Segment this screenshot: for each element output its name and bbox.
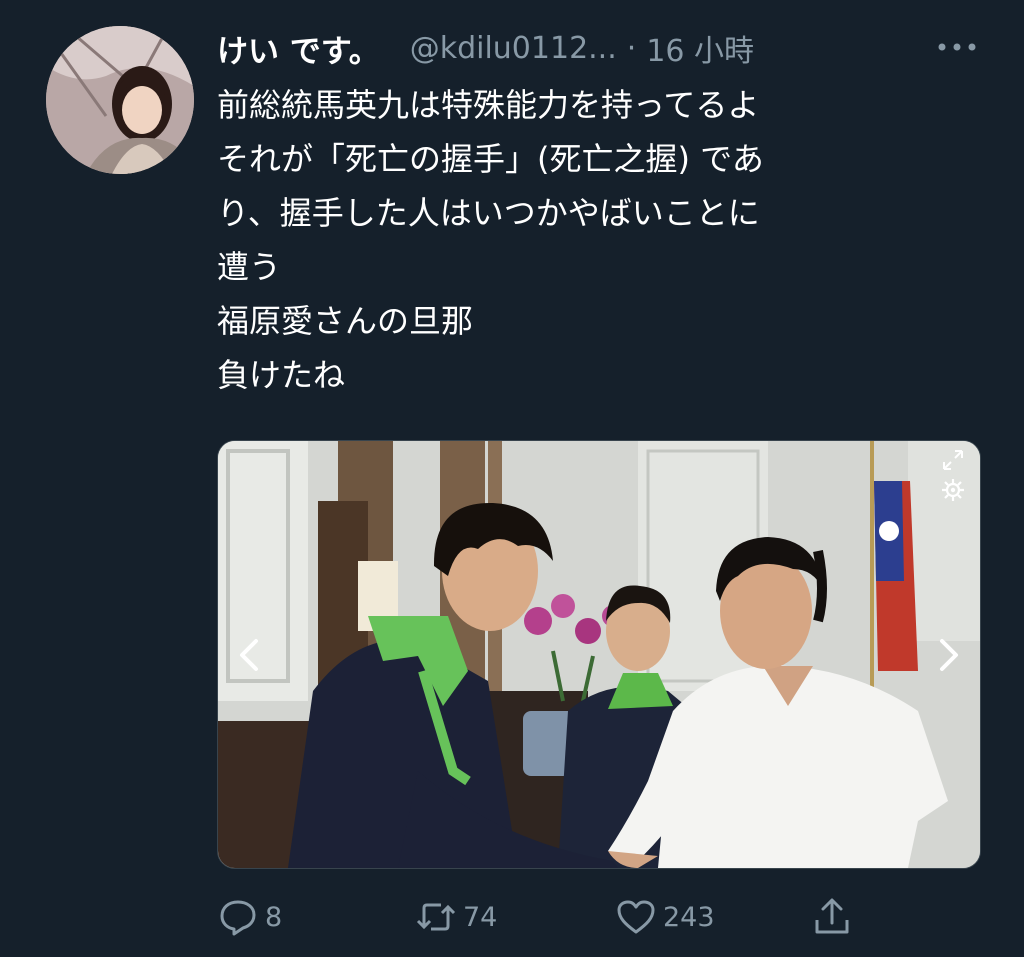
tweet-actions: 8 74 243 (217, 892, 997, 942)
display-name[interactable]: けい です。 (217, 26, 380, 71)
tweet-line: 前総統馬英九は特殊能力を持ってるよ (217, 86, 760, 124)
chevron-right-icon[interactable] (924, 631, 972, 679)
handshake-photo (218, 441, 980, 868)
reply-icon (220, 900, 256, 936)
tweet-line: 負けたね (217, 356, 346, 394)
avatar-image (46, 26, 194, 174)
reply-button[interactable]: 8 (217, 892, 282, 942)
user-handle[interactable]: @kdilu0112... (410, 31, 617, 66)
gear-icon[interactable] (940, 477, 966, 503)
like-button[interactable]: 243 (615, 892, 715, 942)
tweet-text: 前総統馬英九は特殊能力を持ってるよ それが「死亡の握手」(死亡之握) であ り、… (217, 78, 997, 402)
share-button[interactable] (811, 892, 853, 942)
tweet-line: り、握手した人はいつかやばいことに (217, 194, 760, 232)
tweet-card: けい です。 @kdilu0112... · 16 小時 前総統馬英九は特殊能力… (0, 0, 1024, 957)
like-count: 243 (663, 901, 715, 933)
avatar[interactable] (46, 26, 194, 174)
tweet-line: それが「死亡の握手」(死亡之握) であ (217, 140, 764, 178)
separator-dot: · (626, 30, 637, 66)
tweet-line: 福原愛さんの旦那 (217, 302, 474, 340)
tweet-timestamp[interactable]: 16 小時 (646, 26, 754, 70)
heart-icon (617, 900, 655, 934)
retweet-count: 74 (463, 901, 498, 933)
expand-icon[interactable] (940, 447, 966, 473)
reply-count: 8 (265, 901, 283, 933)
chevron-left-icon[interactable] (226, 631, 274, 679)
retweet-icon (416, 903, 456, 931)
tweet-media[interactable] (217, 440, 981, 869)
tweet-header: けい です。 @kdilu0112... · 16 小時 (217, 26, 754, 71)
retweet-button[interactable]: 74 (415, 892, 497, 942)
more-options-icon[interactable] (936, 36, 978, 58)
share-icon (815, 898, 849, 934)
tweet-line: 遭う (217, 248, 282, 286)
